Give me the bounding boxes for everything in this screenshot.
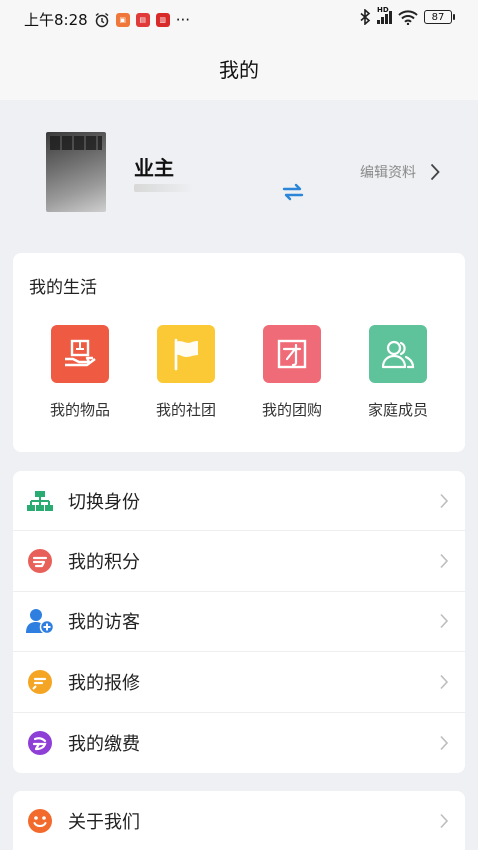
notification-app-icon: ▥	[155, 12, 170, 27]
visitor-icon	[26, 607, 54, 635]
about-menu: 关于我们	[13, 791, 465, 850]
menu-item-label: 我的积分	[68, 552, 140, 574]
status-bar-right: HD 87	[359, 6, 455, 25]
life-item-family[interactable]: 家庭成员	[348, 325, 448, 420]
chevron-right-icon	[440, 493, 449, 508]
goods-icon	[51, 325, 109, 383]
switch-role-icon[interactable]	[282, 180, 304, 204]
menu-item-switch-identity[interactable]: 切换身份	[13, 471, 465, 532]
repair-icon	[26, 668, 54, 696]
group-buy-icon	[263, 325, 321, 383]
life-item-group-buy[interactable]: 我的团购	[242, 325, 342, 420]
menu-item-label: 我的缴费	[68, 733, 140, 755]
cellular-signal-icon: HD	[377, 6, 392, 24]
menu-item-payment[interactable]: 我的缴费	[13, 713, 465, 773]
life-item-label: 我的社团	[155, 401, 216, 419]
org-chart-icon	[26, 487, 54, 515]
bluetooth-icon	[360, 9, 371, 25]
menu-item-repair[interactable]: 我的报修	[13, 652, 465, 713]
my-life-grid: 我的物品 我的社团 我的团购 家庭成员	[13, 325, 465, 420]
chevron-right-icon	[440, 674, 449, 689]
edit-profile-label: 编辑资料	[360, 165, 416, 181]
menu-item-visitors[interactable]: 我的访客	[13, 592, 465, 653]
life-item-club[interactable]: 我的社团	[136, 325, 236, 420]
notification-app-icon: ▣	[115, 12, 130, 27]
status-bar: 上午8:28 ▣ ▤ ▥ ··· HD 87	[0, 0, 478, 38]
menu-item-label: 我的访客	[68, 612, 140, 634]
payment-icon	[26, 729, 54, 757]
hd-label: HD	[377, 5, 389, 14]
notification-app-icon: ▤	[135, 12, 150, 27]
smiley-icon	[26, 807, 54, 835]
user-name: 业主	[134, 156, 174, 180]
menu-item-label: 切换身份	[68, 491, 140, 513]
nav-bar: 我的	[0, 38, 478, 100]
family-icon	[369, 325, 427, 383]
life-item-label: 家庭成员	[367, 401, 428, 419]
life-item-label: 我的团购	[261, 401, 322, 419]
chevron-right-icon	[440, 554, 449, 569]
battery-icon: 87	[424, 10, 455, 24]
alarm-icon	[95, 12, 109, 27]
my-life-card: 我的生活 我的物品 我的社团 我的团购 家庭成员	[13, 253, 465, 452]
flag-icon	[157, 325, 215, 383]
edit-profile-button[interactable]: 编辑资料	[360, 162, 440, 182]
points-icon	[26, 547, 54, 575]
profile-header: 业主 编辑资料	[0, 100, 478, 242]
chevron-right-icon	[440, 814, 449, 829]
chevron-right-icon	[440, 614, 449, 629]
page-title: 我的	[219, 58, 259, 82]
menu-item-label: 我的报修	[68, 672, 140, 694]
avatar[interactable]	[46, 132, 106, 212]
life-item-label: 我的物品	[49, 401, 110, 419]
status-bar-left: 上午8:28 ▣ ▤ ▥ ···	[24, 9, 190, 30]
user-subtitle-blurred	[134, 184, 194, 192]
chevron-right-icon	[440, 735, 449, 750]
status-time: 上午8:28	[24, 11, 88, 29]
more-notifications-icon: ···	[175, 10, 190, 29]
my-life-title: 我的生活	[29, 278, 97, 298]
life-item-goods[interactable]: 我的物品	[30, 325, 130, 420]
menu-item-about-us[interactable]: 关于我们	[13, 791, 465, 850]
chevron-right-icon	[430, 163, 440, 181]
settings-menu: 切换身份 我的积分 我的访客 我的报修 我的缴费	[13, 471, 465, 773]
wifi-icon	[398, 9, 418, 25]
menu-item-label: 关于我们	[68, 812, 140, 834]
menu-item-points[interactable]: 我的积分	[13, 531, 465, 592]
